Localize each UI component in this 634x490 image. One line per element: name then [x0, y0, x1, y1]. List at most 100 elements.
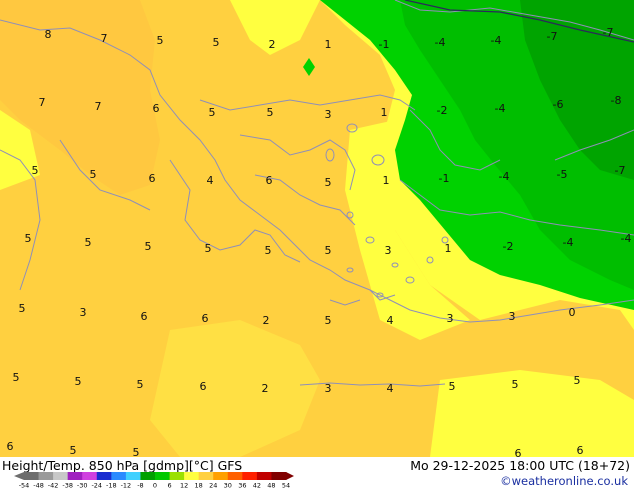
- color-scale-tick: 36: [238, 482, 246, 489]
- temp-value-label: -4: [499, 170, 510, 183]
- temp-value-label: 5: [213, 36, 220, 49]
- temp-value-label: 6: [149, 172, 156, 185]
- color-scale-tick: 30: [224, 482, 232, 489]
- temp-value-label: 5: [325, 314, 332, 327]
- color-scale-tick: -24: [91, 482, 102, 489]
- color-scale-segment: [155, 472, 171, 480]
- map-canvas: 8 7 5 5 2 1 -1 -4 -4 -7 -7 7 7 6 5 5 3 1 -2 -4 -6 -8 5 5 6 4 6 5 1 -1…: [0, 0, 634, 457]
- temp-value-label: 3: [385, 244, 392, 257]
- color-scale-segment: [271, 472, 287, 480]
- temp-value-label: -7: [615, 164, 626, 177]
- temp-value-label: -4: [495, 102, 506, 115]
- temp-value-label: -2: [503, 240, 514, 253]
- temp-value-label: 5: [75, 375, 82, 388]
- color-scale-segment: [140, 472, 156, 480]
- temp-value-label: 6: [7, 440, 14, 453]
- temp-value-label: -4: [435, 36, 446, 49]
- color-scale-segment: [169, 472, 185, 480]
- temp-value-label: 3: [447, 312, 454, 325]
- temp-value-label: 5: [32, 164, 39, 177]
- temp-value-label: 5: [85, 236, 92, 249]
- color-scale-tick: 54: [282, 482, 290, 489]
- temp-value-label: 2: [263, 314, 270, 327]
- color-scale-segment: [38, 472, 54, 480]
- color-scale-segment: [82, 472, 98, 480]
- temp-value-label: 5: [325, 244, 332, 257]
- color-scale-tick: -12: [121, 482, 132, 489]
- color-scale-right-arrow: [286, 472, 294, 480]
- temp-value-label: 7: [39, 96, 46, 109]
- temp-value-label: 5: [70, 444, 77, 457]
- color-scale-tick: 42: [253, 482, 261, 489]
- temp-value-label: 5: [267, 106, 274, 119]
- temp-zone-yellow-lobe-4: [430, 370, 634, 457]
- temp-value-label: 1: [383, 174, 390, 187]
- color-scale-segment: [96, 472, 112, 480]
- temp-value-label: 3: [325, 108, 332, 121]
- color-scale-segment: [184, 472, 200, 480]
- temp-value-label: -4: [563, 236, 574, 249]
- temp-value-label: 3: [80, 306, 87, 319]
- color-scale-tick: 6: [167, 482, 171, 489]
- footer-bar: Height/Temp. 850 hPa [gdmp][°C] GFS Mo 2…: [0, 457, 634, 490]
- color-scale-tick: 18: [195, 482, 203, 489]
- color-scale-tick: -54: [19, 482, 30, 489]
- credit-link[interactable]: ©weatheronline.co.uk: [500, 474, 628, 488]
- temp-value-label: 5: [512, 378, 519, 391]
- temp-value-label: 4: [387, 314, 394, 327]
- temp-value-label: 6: [200, 380, 207, 393]
- color-scale-segment: [198, 472, 214, 480]
- temp-value-label: 6: [266, 174, 273, 187]
- color-scale-segment: [242, 472, 258, 480]
- temp-value-label: 5: [25, 232, 32, 245]
- temp-value-label: 4: [387, 382, 394, 395]
- temp-value-label: 5: [265, 244, 272, 257]
- color-scale-tick: 0: [153, 482, 157, 489]
- color-scale-tick: -38: [62, 482, 73, 489]
- weather-map: 8 7 5 5 2 1 -1 -4 -4 -7 -7 7 7 6 5 5 3 1 -2 -4 -6 -8 5 5 6 4 6 5 1 -1…: [0, 0, 634, 457]
- color-scale-segment: [125, 472, 141, 480]
- map-datetime: Mo 29-12-2025 18:00 UTC (18+72): [410, 458, 630, 473]
- temp-value-label: 5: [157, 34, 164, 47]
- temp-value-label: -8: [611, 94, 622, 107]
- color-scale-segment: [111, 472, 127, 480]
- temp-value-label: -7: [547, 30, 558, 43]
- temp-value-label: 2: [262, 382, 269, 395]
- color-scale-tick: -42: [48, 482, 59, 489]
- temp-value-label: 0: [569, 306, 576, 319]
- temp-value-label: -7: [603, 26, 614, 39]
- temp-value-label: 2: [269, 38, 276, 51]
- temp-value-label: 3: [509, 310, 516, 323]
- temp-value-label: 1: [381, 106, 388, 119]
- color-scale-tick: 48: [267, 482, 275, 489]
- color-scale-segment: [53, 472, 69, 480]
- color-scale-segment: [67, 472, 83, 480]
- temp-value-label: 5: [209, 106, 216, 119]
- temp-value-label: 5: [19, 302, 26, 315]
- temp-value-label: 5: [90, 168, 97, 181]
- temp-value-label: 5: [325, 176, 332, 189]
- temp-value-label: 7: [95, 100, 102, 113]
- temp-value-label: -6: [553, 98, 564, 111]
- temp-value-label: -4: [491, 34, 502, 47]
- color-scale-segment: [213, 472, 229, 480]
- temp-value-label: 6: [577, 444, 584, 457]
- temp-value-label: -5: [557, 168, 568, 181]
- temp-value-label: 6: [141, 310, 148, 323]
- color-scale-segment: [227, 472, 243, 480]
- color-scale-left-arrow: [14, 472, 24, 480]
- temp-value-label: -4: [621, 232, 632, 245]
- color-scale: -54 -48 -42 -38 -30 -24 -18 -12 -8 0 6 12 18 24 30 36 42…: [14, 472, 294, 488]
- temp-value-label: -1: [379, 38, 390, 51]
- temp-value-label: 1: [325, 38, 332, 51]
- temp-value-label: 8: [45, 28, 52, 41]
- color-scale-segment: [24, 472, 40, 480]
- temp-value-label: 1: [445, 242, 452, 255]
- color-scale-tick: -18: [106, 482, 117, 489]
- color-scale-tick: 12: [180, 482, 188, 489]
- temp-value-label: 5: [13, 371, 20, 384]
- temp-value-label: 5: [133, 446, 140, 457]
- temp-value-label: 4: [207, 174, 214, 187]
- temp-value-label: 5: [137, 378, 144, 391]
- color-scale-tick: -30: [77, 482, 88, 489]
